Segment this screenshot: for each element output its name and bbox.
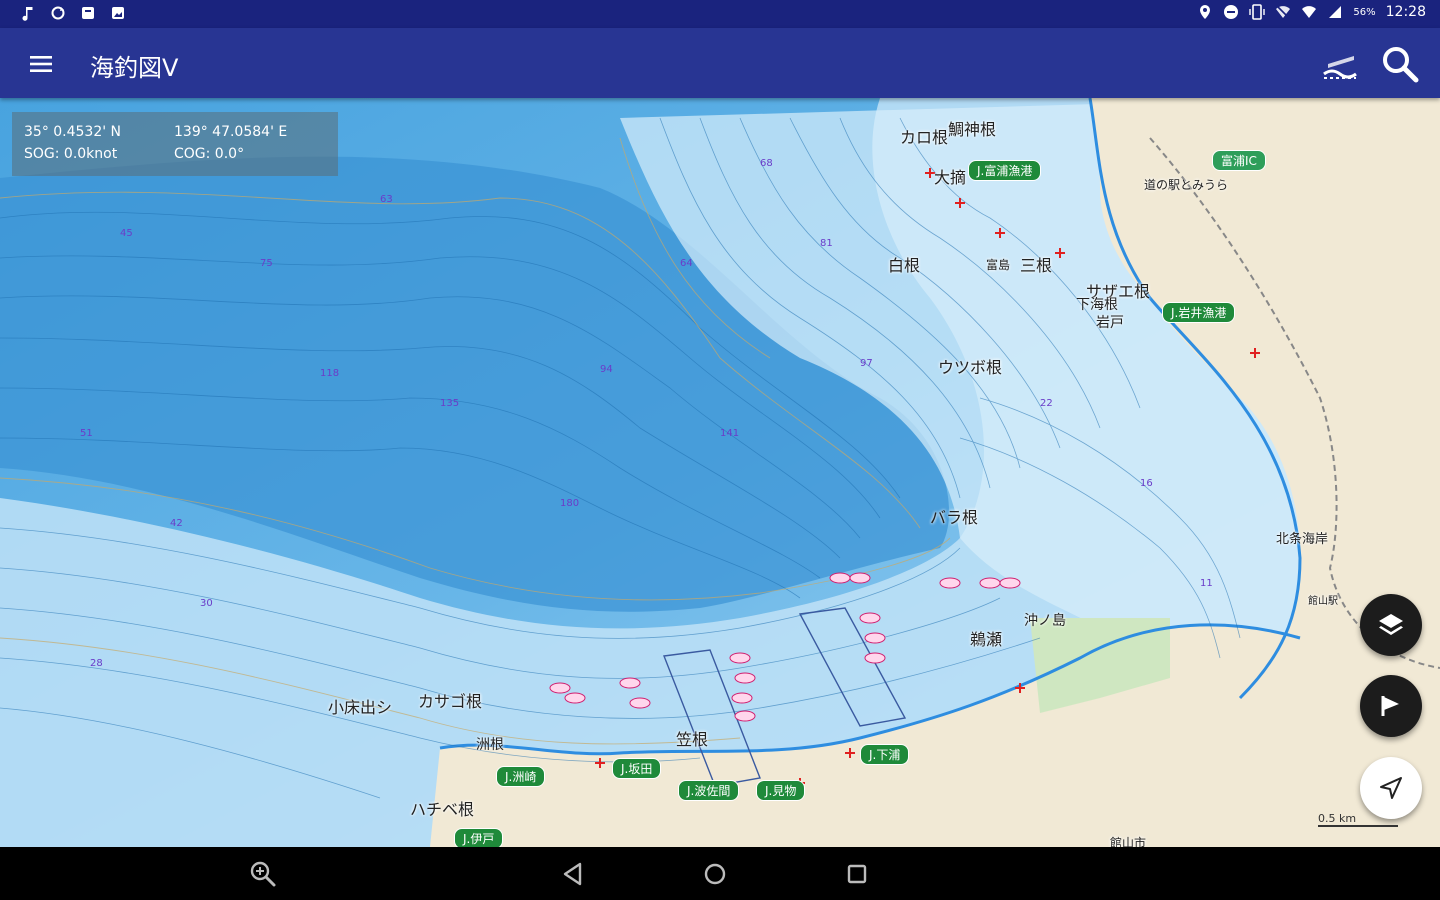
- depth-value: 45: [120, 228, 133, 239]
- layers-button[interactable]: [1360, 594, 1422, 656]
- notification-icon: [82, 7, 94, 19]
- wifi-off-icon: [1276, 5, 1291, 19]
- home-icon[interactable]: [700, 859, 730, 889]
- place-label: 北条海岸: [1276, 532, 1329, 547]
- place-label: 洲根: [476, 737, 504, 753]
- depth-value: 63: [380, 194, 393, 205]
- place-label: カロ根: [900, 128, 949, 147]
- place-label: 館山市: [1110, 836, 1147, 847]
- port-label[interactable]: J.坂田: [612, 758, 662, 779]
- depth-value: 16: [1140, 478, 1153, 489]
- system-nav-bar: [0, 847, 1440, 900]
- place-label: 鯛神根: [948, 120, 997, 139]
- place-label: 鵜瀬: [970, 630, 1003, 649]
- place-label: 道の駅とみうら: [1144, 178, 1229, 192]
- vibrate-icon: [1249, 4, 1266, 20]
- layers-icon: [1379, 614, 1403, 635]
- depth-value: 11: [1200, 578, 1213, 589]
- place-label: バラ根: [930, 508, 979, 527]
- map-canvas[interactable]: [0, 98, 1440, 847]
- cog-text: COG: 0.0°: [174, 146, 245, 162]
- location-icon: [1200, 5, 1211, 19]
- sog-text: SOG: 0.0knot: [24, 146, 118, 162]
- depth-value: 75: [260, 258, 273, 269]
- port-label[interactable]: J.下浦: [860, 744, 910, 765]
- sync-icon: [51, 6, 65, 20]
- search-icon[interactable]: [1380, 44, 1420, 84]
- depth-value: 135: [440, 398, 460, 409]
- port-label[interactable]: J.見物: [756, 780, 806, 801]
- depth-value: 141: [720, 428, 740, 439]
- latitude-text: 35° 0.4532' N: [24, 124, 122, 140]
- place-label: 三根: [1020, 256, 1053, 275]
- place-label: 館山駅: [1308, 596, 1338, 607]
- map-scale-bar: 0.5 km: [1318, 812, 1398, 827]
- sea-chart-map[interactable]: カロ根 鯛神根 大摘 白根 富島 三根 サザエ根 下海根 岩戸 ウツボ根 バラ根…: [0, 98, 1440, 847]
- place-label: 白根: [888, 256, 921, 275]
- depth-value: 28: [90, 658, 103, 669]
- port-label[interactable]: J.波佐間: [678, 780, 740, 801]
- depth-value: 64: [680, 258, 693, 269]
- depth-value: 118: [320, 368, 340, 379]
- track-button[interactable]: [1360, 675, 1422, 737]
- signal-icon: [1329, 6, 1342, 18]
- depth-value: 68: [760, 158, 773, 169]
- recents-icon[interactable]: [842, 859, 872, 889]
- status-bar: 56% 12:28: [0, 0, 1440, 28]
- port-label[interactable]: J.富浦漁港: [968, 160, 1042, 181]
- locate-button[interactable]: [1360, 757, 1422, 819]
- depth-value: 51: [80, 428, 93, 439]
- place-label: カサゴ根: [418, 692, 483, 711]
- place-label: 沖ノ島: [1024, 613, 1066, 629]
- depth-value: 81: [820, 238, 833, 249]
- image-icon: [112, 7, 124, 19]
- back-icon[interactable]: [558, 859, 588, 889]
- app-bar: 海釣図V: [0, 28, 1440, 98]
- battery-percent: 56%: [1353, 6, 1376, 18]
- place-label: 富島: [986, 258, 1011, 272]
- port-label[interactable]: J.洲崎: [496, 766, 546, 787]
- place-label: 笠根: [676, 730, 709, 749]
- music-note-icon: [22, 7, 33, 21]
- place-label: 大摘: [934, 168, 967, 187]
- app-title: 海釣図V: [90, 54, 179, 82]
- depth-value: 42: [170, 518, 183, 529]
- longitude-text: 139° 47.0584' E: [174, 124, 288, 140]
- depth-value: 30: [200, 598, 213, 609]
- status-time: 12:28: [1385, 4, 1426, 20]
- depth-value: 22: [1040, 398, 1053, 409]
- depth-value: 180: [560, 498, 580, 509]
- port-label[interactable]: J.伊戸: [454, 828, 504, 847]
- place-label: 岩戸: [1096, 315, 1124, 331]
- place-label: 下海根: [1076, 297, 1118, 313]
- place-label: ハチベ根: [410, 800, 475, 819]
- wifi-icon: [1302, 6, 1317, 18]
- place-label: ウツボ根: [938, 358, 1003, 377]
- coordinate-readout: 35° 0.4532' N 139° 47.0584' E SOG: 0.0kn…: [12, 112, 338, 176]
- depth-value: 97: [860, 358, 873, 369]
- highway-ic-label: 富浦IC: [1212, 150, 1266, 171]
- place-label: 小床出シ: [328, 698, 393, 717]
- tide-icon[interactable]: [1320, 44, 1360, 82]
- navigation-arrow-icon: [1380, 777, 1402, 799]
- menu-icon[interactable]: [24, 50, 58, 78]
- do-not-disturb-icon: [1224, 5, 1239, 19]
- status-left-icons: [20, 5, 126, 21]
- flag-icon: [1381, 696, 1399, 716]
- port-label[interactable]: J.岩井漁港: [1162, 302, 1236, 323]
- status-right-icons: 56% 12:28: [1197, 4, 1426, 20]
- depth-value: 94: [600, 364, 613, 375]
- zoom-icon[interactable]: [248, 859, 278, 889]
